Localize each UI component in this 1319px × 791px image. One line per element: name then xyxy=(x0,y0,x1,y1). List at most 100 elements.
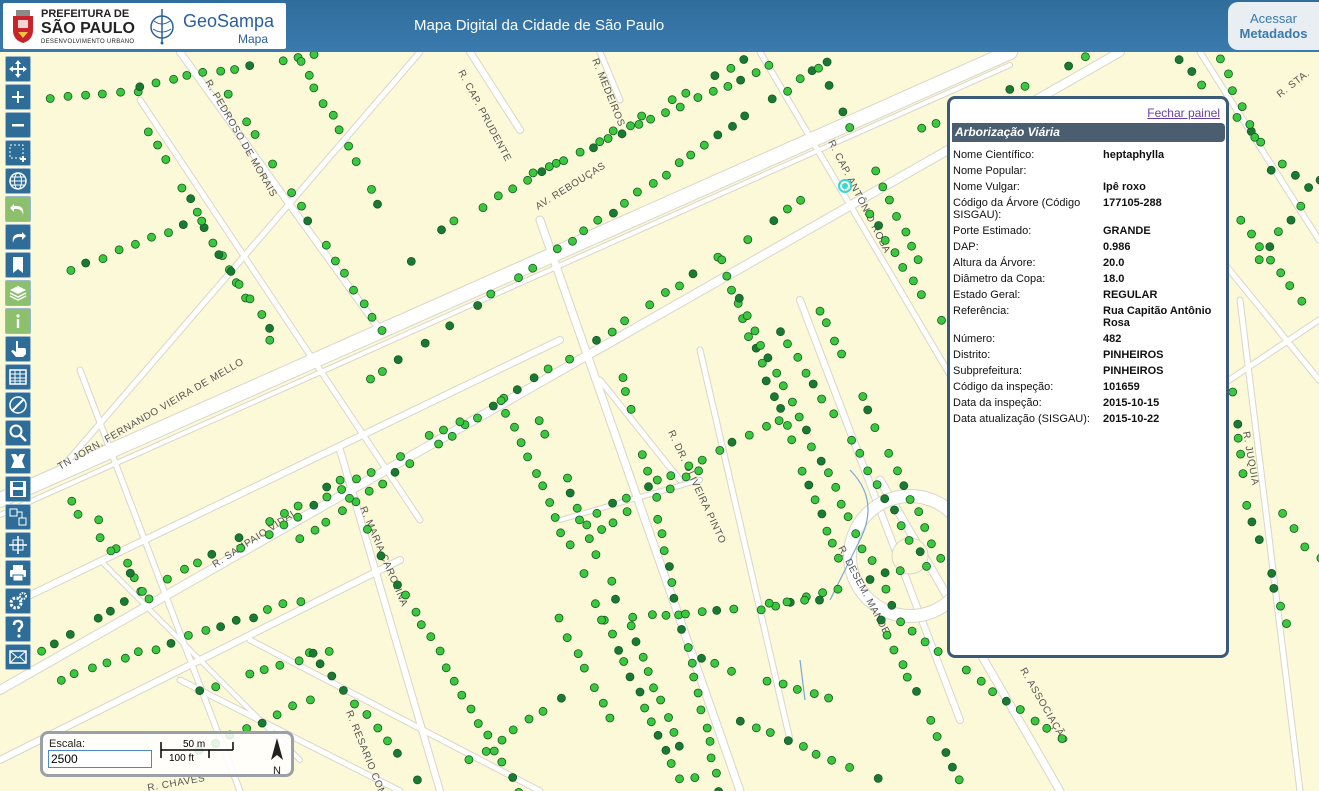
tree-point[interactable] xyxy=(1269,584,1279,593)
tree-point[interactable] xyxy=(226,266,236,276)
tree-point[interactable] xyxy=(697,653,706,663)
tree-point[interactable] xyxy=(236,543,246,553)
tree-point[interactable] xyxy=(1274,227,1283,237)
tree-point[interactable] xyxy=(638,652,648,662)
tree-point[interactable] xyxy=(486,289,496,299)
tree-point[interactable] xyxy=(162,574,172,584)
tree-point[interactable] xyxy=(690,773,700,782)
tree-point[interactable] xyxy=(666,759,676,768)
tree-point[interactable] xyxy=(192,207,202,217)
tree-point[interactable] xyxy=(811,749,821,759)
tree-point[interactable] xyxy=(788,397,797,407)
tree-point[interactable] xyxy=(1242,500,1252,510)
tree-point[interactable] xyxy=(565,540,575,550)
tree-point[interactable] xyxy=(893,466,902,476)
tree-point[interactable] xyxy=(681,88,691,98)
tree-point[interactable] xyxy=(56,675,66,685)
tree-point[interactable] xyxy=(309,83,319,93)
tree-point[interactable] xyxy=(645,300,655,310)
tree-point[interactable] xyxy=(677,625,686,634)
tree-point[interactable] xyxy=(563,473,572,483)
tree-point[interactable] xyxy=(710,658,720,668)
tree-point[interactable] xyxy=(598,698,608,708)
tree-point[interactable] xyxy=(896,617,905,627)
tree-point[interactable] xyxy=(234,279,244,289)
tree-point[interactable] xyxy=(435,646,445,656)
tree-point[interactable] xyxy=(183,631,193,640)
tree-point[interactable] xyxy=(538,706,548,716)
tree-point[interactable] xyxy=(675,774,684,784)
tree-point[interactable] xyxy=(135,82,145,92)
tree-point[interactable] xyxy=(667,95,677,105)
tree-point[interactable] xyxy=(180,564,189,574)
tree-point[interactable] xyxy=(778,679,788,689)
tree-point[interactable] xyxy=(669,728,679,737)
tree-point[interactable] xyxy=(151,78,161,88)
tree-point[interactable] xyxy=(770,392,779,402)
tree-point[interactable] xyxy=(214,250,224,260)
tree-point[interactable] xyxy=(795,74,805,84)
tree-point[interactable] xyxy=(245,61,255,70)
tree-point[interactable] xyxy=(393,355,403,365)
tree-point[interactable] xyxy=(153,140,163,150)
tree-point[interactable] xyxy=(497,735,507,745)
tree-point[interactable] xyxy=(769,216,779,226)
tree-point[interactable] xyxy=(712,768,721,778)
tree-point[interactable] xyxy=(661,610,671,620)
merge-tool-button[interactable] xyxy=(5,532,31,558)
tree-point[interactable] xyxy=(1289,524,1299,533)
tree-point[interactable] xyxy=(688,269,698,279)
tree-point[interactable] xyxy=(756,340,765,350)
tree-point[interactable] xyxy=(114,245,124,255)
tree-point[interactable] xyxy=(489,746,499,756)
tree-point[interactable] xyxy=(434,439,444,449)
tree-point[interactable] xyxy=(661,745,671,755)
tree-point[interactable] xyxy=(337,485,347,494)
tree-point[interactable] xyxy=(568,236,577,246)
tree-point[interactable] xyxy=(722,271,732,281)
tree-point[interactable] xyxy=(917,290,926,300)
tree-point[interactable] xyxy=(657,529,667,539)
tree-point[interactable] xyxy=(524,714,534,724)
tree-point[interactable] xyxy=(902,672,912,682)
tree-point[interactable] xyxy=(608,518,618,528)
tree-point[interactable] xyxy=(362,710,372,719)
tree-point[interactable] xyxy=(909,276,918,286)
tree-point[interactable] xyxy=(901,227,911,237)
tree-point[interactable] xyxy=(93,613,103,623)
tree-point[interactable] xyxy=(294,656,304,666)
tree-point[interactable] xyxy=(870,423,880,433)
tree-point[interactable] xyxy=(873,774,883,783)
tree-point[interactable] xyxy=(557,693,566,703)
tree-point[interactable] xyxy=(743,235,753,245)
tree-point[interactable] xyxy=(607,576,617,586)
tree-point[interactable] xyxy=(178,220,188,230)
tree-point[interactable] xyxy=(669,593,679,603)
tree-point[interactable] xyxy=(837,349,846,359)
measure-tool-button[interactable] xyxy=(5,392,31,418)
tree-point[interactable] xyxy=(740,111,750,121)
tree-point[interactable] xyxy=(809,689,819,698)
tree-point[interactable] xyxy=(941,748,951,757)
tree-point[interactable] xyxy=(807,442,816,452)
tree-point[interactable] xyxy=(865,209,875,219)
metadata-button[interactable]: Acessar Metadados xyxy=(1228,2,1319,50)
tree-point[interactable] xyxy=(799,742,808,751)
tree-point[interactable] xyxy=(827,755,836,765)
tree-point[interactable] xyxy=(618,373,628,383)
tree-point[interactable] xyxy=(817,394,826,404)
tree-point[interactable] xyxy=(106,546,116,556)
tree-point[interactable] xyxy=(166,639,176,648)
tree-point[interactable] xyxy=(763,353,773,363)
tree-point[interactable] xyxy=(1296,201,1306,211)
tree-point[interactable] xyxy=(63,91,73,101)
tree-point[interactable] xyxy=(920,637,930,647)
tree-point[interactable] xyxy=(874,221,883,230)
tree-point[interactable] xyxy=(625,672,635,682)
tree-point[interactable] xyxy=(1278,509,1287,518)
tree-point[interactable] xyxy=(198,67,208,77)
tree-point[interactable] xyxy=(366,374,375,384)
tree-point[interactable] xyxy=(543,364,553,374)
tree-point[interactable] xyxy=(715,445,725,455)
tree-point[interactable] xyxy=(572,503,582,513)
